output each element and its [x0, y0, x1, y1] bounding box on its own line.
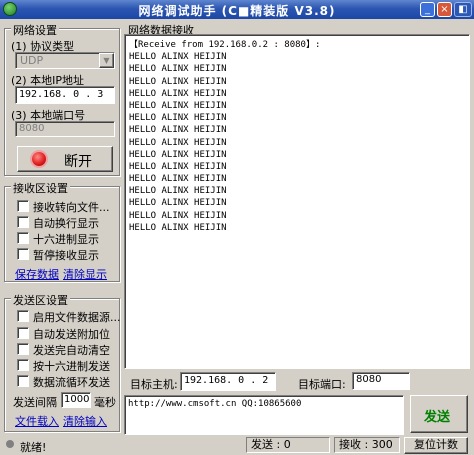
checkbox-label: 启用文件数据源...: [33, 311, 121, 324]
disconnect-label: 断开: [64, 154, 92, 170]
recv-line: HELLO ALINX HEIJIN: [129, 113, 227, 124]
checkbox-box[interactable]: [17, 216, 29, 228]
send-button[interactable]: 发送: [410, 395, 468, 433]
target-host-label: 目标主机:: [130, 378, 178, 391]
clear-input-link[interactable]: 清除输入: [63, 413, 107, 429]
send-interval-value: 1000: [64, 394, 90, 405]
checkbox-label: 按十六进制发送: [33, 360, 110, 373]
recv-line: HELLO ALINX HEIJIN: [129, 161, 227, 172]
recv-line: HELLO ALINX HEIJIN: [129, 88, 227, 99]
recv-settings-label: 接收区设置: [11, 180, 70, 196]
recv-line: HELLO ALINX HEIJIN: [129, 52, 227, 63]
title-bar[interactable]: 网络调试助手 (C■精装版 V3.8) _ × ◧: [0, 0, 474, 19]
target-port-value: 8080: [356, 374, 382, 385]
local-ip-field[interactable]: 192.168. 0 . 3: [15, 86, 115, 104]
checkbox-label: 自动换行显示: [33, 217, 99, 230]
reset-count-button[interactable]: 复位计数: [404, 437, 468, 454]
checkbox-box[interactable]: [17, 310, 29, 322]
send-interval-label: 发送间隔: [13, 396, 57, 409]
target-port-label: 目标端口:: [298, 378, 346, 391]
checkbox-label: 自动发送附加位: [33, 328, 110, 341]
extra-window-button[interactable]: ◧: [454, 2, 472, 17]
recv-line: HELLO ALINX HEIJIN: [129, 210, 227, 221]
recv-line: HELLO ALINX HEIJIN: [129, 137, 227, 148]
checkbox-box[interactable]: [17, 343, 29, 355]
checkbox-box[interactable]: [17, 200, 29, 212]
local-port-field[interactable]: 8080: [15, 121, 115, 137]
recv-line: HELLO ALINX HEIJIN: [129, 222, 227, 233]
checkbox-box[interactable]: [17, 375, 29, 387]
checkbox-label: 发送完自动清空: [33, 344, 110, 357]
send-settings-group: 发送区设置 启用文件数据源... 自动发送附加位 发送完自动清空 按十六进制发送…: [4, 292, 121, 432]
file-load-link[interactable]: 文件载入: [15, 413, 59, 429]
recv-line: HELLO ALINX HEIJIN: [129, 174, 227, 185]
recv-area[interactable]: 【Receive from 192.168.0.2 : 8080】: HELLO…: [124, 34, 470, 369]
disconnect-button[interactable]: 断开: [17, 146, 113, 172]
window-title: 网络调试助手 (C■精装版 V3.8): [138, 4, 336, 18]
status-ready-text: 就绪!: [20, 441, 47, 454]
checkbox-label: 暂停接收显示: [33, 249, 99, 262]
recv-counter: 接收 : 300: [334, 437, 400, 453]
checkbox-box[interactable]: [17, 232, 29, 244]
recv-line: HELLO ALINX HEIJIN: [129, 64, 227, 75]
checkbox-box[interactable]: [17, 327, 29, 339]
checkbox-label: 十六进制显示: [33, 233, 99, 246]
recv-line: HELLO ALINX HEIJIN: [129, 149, 227, 160]
recv-line: HELLO ALINX HEIJIN: [129, 100, 227, 111]
local-port-value: 8080: [19, 123, 45, 134]
clear-display-link[interactable]: 清除显示: [63, 266, 107, 282]
recv-settings-group: 接收区设置 接收转向文件... 自动换行显示 十六进制显示 暂停接收显示 保存数…: [4, 180, 120, 282]
send-input-area[interactable]: http://www.cmsoft.cn QQ:10865600: [124, 395, 404, 435]
status-icon: [6, 440, 14, 448]
send-interval-unit: 毫秒: [94, 396, 116, 409]
checkbox-label: 数据流循环发送: [33, 376, 110, 389]
led-icon: [32, 152, 46, 166]
protocol-select[interactable]: UDP ▼: [15, 52, 115, 69]
target-host-field[interactable]: 192.168. 0 . 2: [180, 372, 276, 391]
chevron-down-icon[interactable]: ▼: [99, 53, 114, 68]
sent-counter: 发送 : 0: [246, 437, 330, 453]
recv-header-line: 【Receive from 192.168.0.2 : 8080】:: [129, 40, 321, 50]
minimize-button[interactable]: _: [420, 2, 435, 17]
checkbox-label: 接收转向文件...: [33, 201, 110, 214]
protocol-value: UDP: [20, 54, 44, 67]
net-settings-label: 网络设置: [11, 22, 59, 38]
close-button[interactable]: ×: [437, 2, 452, 17]
send-input-text: http://www.cmsoft.cn QQ:10865600: [128, 399, 302, 409]
net-settings-group: 网络设置 (1) 协议类型 UDP ▼ (2) 本地IP地址 192.168. …: [4, 22, 120, 176]
local-ip-value: 192.168. 0 . 3: [19, 89, 104, 100]
send-settings-label: 发送区设置: [11, 292, 70, 308]
recv-line: HELLO ALINX HEIJIN: [129, 198, 227, 209]
checkbox-box[interactable]: [17, 248, 29, 260]
send-button-label: 发送: [424, 410, 451, 425]
checkbox-box[interactable]: [17, 359, 29, 371]
recv-line: HELLO ALINX HEIJIN: [129, 76, 227, 87]
target-port-field[interactable]: 8080: [352, 372, 410, 390]
recv-line: HELLO ALINX HEIJIN: [129, 125, 227, 136]
send-interval-field[interactable]: 1000: [61, 392, 91, 408]
recv-line: HELLO ALINX HEIJIN: [129, 186, 227, 197]
target-host-value: 192.168. 0 . 2: [184, 375, 269, 386]
save-data-link[interactable]: 保存数据: [15, 266, 59, 282]
